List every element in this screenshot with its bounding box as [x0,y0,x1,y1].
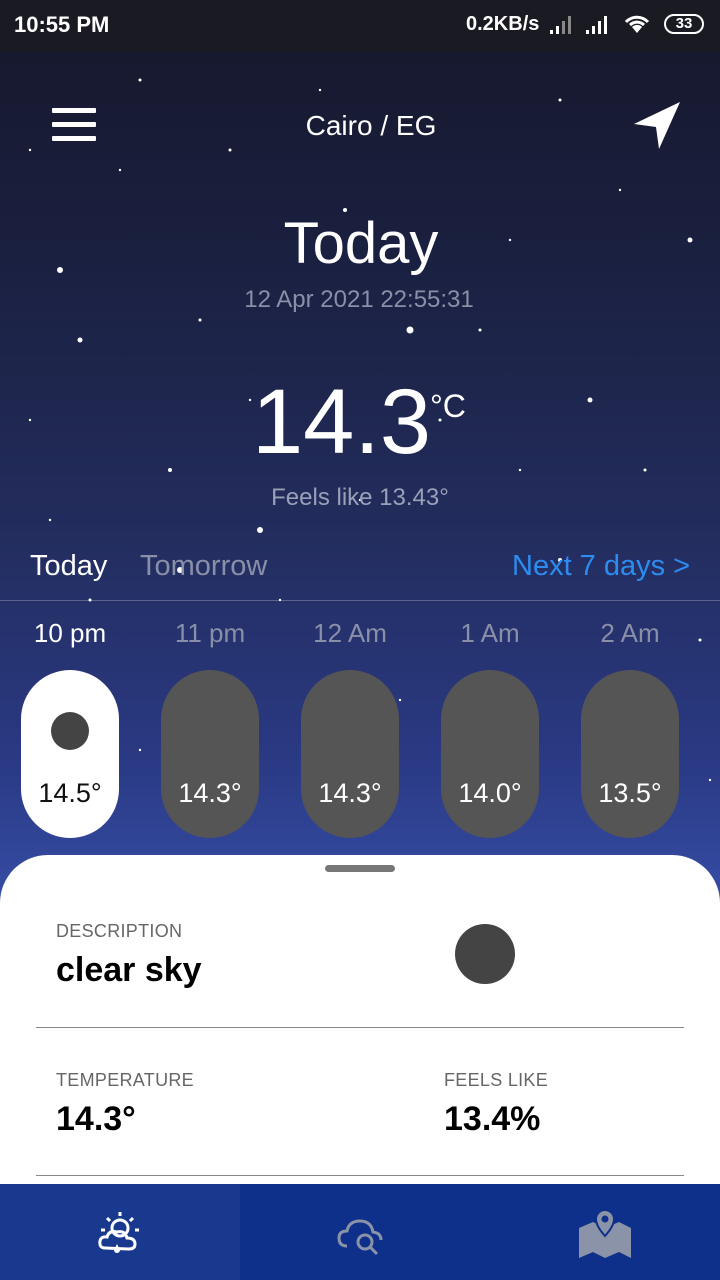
hour-label: 10 pm [33,618,107,648]
hour-label: 2 Am [600,618,660,648]
details-sheet: DESCRIPTION clear sky TEMPERATURE 14.3° … [0,855,720,1185]
hour-temp: 14.0° [458,778,522,808]
drag-handle[interactable] [325,865,395,872]
moon-icon [191,712,229,750]
navigation-arrow-icon[interactable] [630,100,684,152]
nav-search-weather[interactable] [240,1184,480,1280]
tab-tomorrow[interactable]: Tomorrow [140,550,267,583]
status-bar: 10:55 PM 0.2KB/s 33 [0,0,720,52]
hour-card[interactable]: 14.3° [301,670,399,838]
hour-temp: 13.5° [598,778,662,808]
wifi-icon [624,15,650,33]
moon-icon [455,924,515,984]
hour-temp: 14.5° [38,778,102,808]
moon-icon [471,712,509,750]
feels-like-text: Feels like 13.43° [271,484,449,511]
current-temperature: 14.3 [252,371,432,473]
battery-icon: 33 [664,14,704,34]
status-time: 10:55 PM [14,12,110,37]
hour-label: 11 pm [174,618,246,648]
divider [36,1175,684,1176]
city-label[interactable]: Cairo / EG [0,110,720,142]
hour-card[interactable]: 13.5° [581,670,679,838]
tab-today[interactable]: Today [30,550,107,583]
hour-label: 1 Am [460,618,520,648]
description-value: clear sky [56,951,202,989]
temperature-value: 14.3° [56,1100,136,1138]
page-title: Today [283,211,439,276]
tab-next-7-days[interactable]: Next 7 days > [512,550,690,583]
moon-icon [331,712,369,750]
hour-card[interactable]: 14.0° [441,670,539,838]
nav-weather[interactable] [0,1184,240,1280]
hour-label: 12 Am [313,618,387,648]
hourly-times: 10 pm 11 pm 12 Am 1 Am 2 Am [0,612,720,652]
network-speed: 0.2KB/s [466,13,540,35]
feels-like-value: 13.4% [444,1100,541,1138]
signal-icon-2 [586,16,607,34]
moon-icon [611,712,649,750]
description-label: DESCRIPTION [56,921,183,941]
forecast-tabs: Today Tomorrow Next 7 days > [0,548,720,601]
hour-card[interactable]: 14.5° [21,670,119,838]
hour-temp: 14.3° [318,778,382,808]
feels-like-label: FEELS LIKE [444,1070,549,1090]
weather-icon [98,1212,139,1253]
hour-card[interactable]: 14.3° [161,670,259,838]
signal-icon [550,16,571,34]
temperature-label: TEMPERATURE [56,1070,194,1090]
temperature-unit: °C [430,388,466,424]
moon-icon [51,712,89,750]
nav-map[interactable] [480,1184,720,1280]
divider [36,1027,684,1028]
bottom-navigation [0,1184,720,1280]
current-datetime: 12 Apr 2021 22:55:31 [244,286,474,313]
hour-temp: 14.3° [178,778,242,808]
search-weather-icon [337,1219,383,1256]
map-icon [579,1208,631,1258]
